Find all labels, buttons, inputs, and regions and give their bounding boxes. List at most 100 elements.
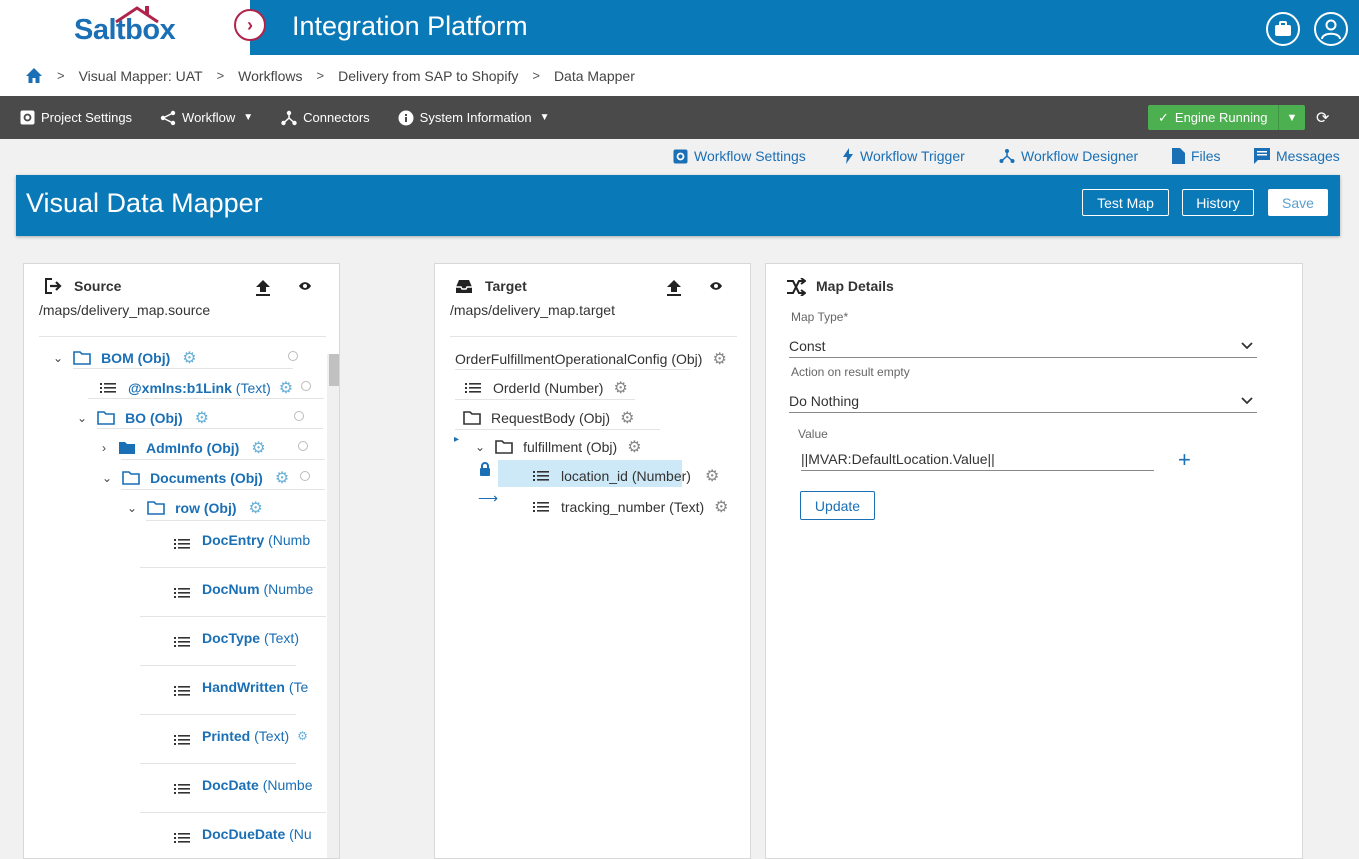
divider	[140, 616, 326, 617]
gear-icon[interactable]: ⚙	[714, 497, 728, 517]
chevron-down-icon[interactable]: ⌄	[102, 471, 112, 485]
gear-icon[interactable]: ⚙	[297, 729, 308, 743]
workflow-designer-link[interactable]: Workflow Designer	[999, 148, 1138, 164]
home-icon[interactable]	[25, 67, 43, 85]
breadcrumb-item[interactable]: Workflows	[238, 68, 302, 84]
chevron-down-icon[interactable]: ▼	[1279, 112, 1305, 124]
divider	[146, 520, 326, 521]
gear-icon[interactable]: ⚙	[195, 408, 209, 428]
tree-node-printed[interactable]: Printed (Text) ⚙	[174, 726, 308, 746]
tree-node-doctype[interactable]: DocType (Text)	[174, 628, 299, 648]
value-label: Value	[798, 427, 828, 441]
pointer-icon: ▸	[454, 434, 460, 445]
logo[interactable]: Saltbox	[74, 14, 176, 47]
chevron-down-icon[interactable]: ⌄	[127, 501, 137, 515]
divider	[140, 812, 326, 813]
system-information-menu[interactable]: System Information ▼	[398, 110, 550, 126]
radio-button[interactable]	[301, 381, 311, 391]
gear-icon[interactable]: ⚙	[251, 438, 265, 458]
tree-node-docentry[interactable]: DocEntry (Numb	[174, 530, 310, 550]
gear-icon[interactable]: ⚙	[182, 348, 196, 368]
user-icon	[1321, 19, 1341, 40]
gear-icon[interactable]: ⚙	[275, 468, 289, 488]
node-label: DocType	[202, 630, 261, 646]
eye-icon[interactable]	[709, 281, 723, 291]
refresh-icon[interactable]: ⟳	[1316, 108, 1329, 128]
value-input[interactable]: ||MVAR:DefaultLocation.Value||	[801, 447, 1154, 471]
share-icon	[160, 110, 176, 125]
add-icon[interactable]: +	[1178, 447, 1191, 473]
node-type: (Text)	[254, 728, 290, 744]
test-map-button[interactable]: Test Map	[1082, 189, 1169, 216]
gear-icon[interactable]: ⚙	[712, 349, 726, 369]
upload-icon[interactable]	[255, 279, 271, 297]
workflow-settings-link[interactable]: Workflow Settings	[673, 148, 806, 164]
gear-icon[interactable]: ⚙	[613, 378, 627, 398]
tree-node-adminfo[interactable]: › AdmInfo (Obj) ⚙	[102, 438, 266, 458]
tree-node-requestbody[interactable]: RequestBody (Obj) ⚙	[463, 408, 634, 428]
node-label: tracking_number (Text)	[561, 499, 705, 515]
radio-button[interactable]	[288, 351, 298, 361]
tree-node-handwritten[interactable]: HandWritten (Te	[174, 677, 308, 697]
scroll-thumb[interactable]	[329, 354, 339, 386]
history-button[interactable]: History	[1182, 189, 1254, 216]
tree-node-bom[interactable]: ⌄ BOM (Obj) ⚙	[53, 348, 197, 368]
project-settings-button[interactable]: Project Settings	[20, 110, 132, 125]
action-label: Action on result empty	[791, 365, 910, 379]
chevron-down-icon[interactable]: ⌄	[53, 351, 63, 365]
breadcrumb-item[interactable]: Delivery from SAP to Shopify	[338, 68, 518, 84]
connectors-button[interactable]: Connectors	[281, 110, 370, 126]
eye-icon[interactable]	[298, 281, 312, 291]
radio-button[interactable]	[294, 411, 304, 421]
gear-icon[interactable]: ⚙	[249, 498, 263, 518]
workflow-designer-label: Workflow Designer	[1021, 148, 1139, 164]
scrollbar[interactable]	[327, 354, 339, 858]
action-select[interactable]: Do Nothing	[789, 389, 1257, 413]
gear-icon[interactable]: ⚙	[627, 437, 641, 457]
node-type: (Obj)	[137, 350, 171, 366]
project-settings-label: Project Settings	[41, 110, 133, 125]
files-link[interactable]: Files	[1172, 148, 1221, 164]
gear-icon[interactable]: ⚙	[705, 466, 719, 486]
node-label: location_id (Number)	[561, 468, 691, 484]
settings-box-icon	[673, 149, 688, 163]
tree-node-docdate[interactable]: DocDate (Numbe	[174, 775, 312, 795]
gear-icon[interactable]: ⚙	[620, 408, 634, 428]
tree-node-row[interactable]: ⌄ row (Obj) ⚙	[127, 498, 263, 518]
tree-node-orderid[interactable]: OrderId (Number) ⚙	[465, 378, 628, 398]
tree-node-xmlns[interactable]: @xmlns:b1Link (Text) ⚙	[100, 378, 293, 398]
map-type-select[interactable]: Const	[789, 334, 1257, 358]
tree-node-docnum[interactable]: DocNum (Numbe	[174, 579, 313, 599]
tree-node-orderfulfillment[interactable]: OrderFulfillmentOperationalConfig (Obj) …	[455, 349, 727, 369]
sidebar-toggle-button[interactable]: ›	[234, 9, 266, 41]
mapper-banner: Visual Data Mapper Test Map History Save	[16, 175, 1340, 236]
upload-icon[interactable]	[666, 279, 682, 297]
list-icon	[174, 588, 190, 598]
gear-icon[interactable]: ⚙	[279, 378, 293, 398]
tree-node-docduedate[interactable]: DocDueDate (Nu	[174, 824, 312, 844]
save-button[interactable]: Save	[1268, 189, 1328, 216]
update-button[interactable]: Update	[800, 491, 875, 520]
divider	[455, 399, 635, 400]
radio-button[interactable]	[298, 441, 308, 451]
chevron-right-icon: >	[532, 68, 540, 83]
list-icon	[174, 686, 190, 696]
chevron-down-icon[interactable]: ⌄	[77, 411, 87, 425]
tree-node-bo[interactable]: ⌄ BO (Obj) ⚙	[77, 408, 209, 428]
workflow-trigger-link[interactable]: Workflow Trigger	[842, 148, 965, 164]
tree-node-documents[interactable]: ⌄ Documents (Obj) ⚙	[102, 468, 289, 488]
list-icon	[174, 833, 190, 843]
engine-status-button[interactable]: ✓ Engine Running ▼	[1148, 105, 1305, 130]
workflow-menu[interactable]: Workflow ▼	[160, 110, 253, 126]
tree-node-fulfillment[interactable]: ⌄ fulfillment (Obj) ⚙	[475, 437, 642, 457]
tree-node-location-id[interactable]: location_id (Number) ⚙	[533, 466, 719, 486]
messages-link[interactable]: Messages	[1254, 148, 1340, 164]
breadcrumb-item[interactable]: Visual Mapper: UAT	[79, 68, 203, 84]
workflow-settings-label: Workflow Settings	[694, 148, 806, 164]
chevron-down-icon[interactable]: ⌄	[475, 440, 485, 454]
chevron-right-icon[interactable]: ›	[102, 441, 106, 455]
user-profile-button[interactable]	[1314, 12, 1348, 46]
radio-button[interactable]	[300, 471, 310, 481]
tree-node-tracking-number[interactable]: tracking_number (Text) ⚙	[533, 497, 729, 517]
briefcase-button[interactable]	[1266, 12, 1300, 46]
